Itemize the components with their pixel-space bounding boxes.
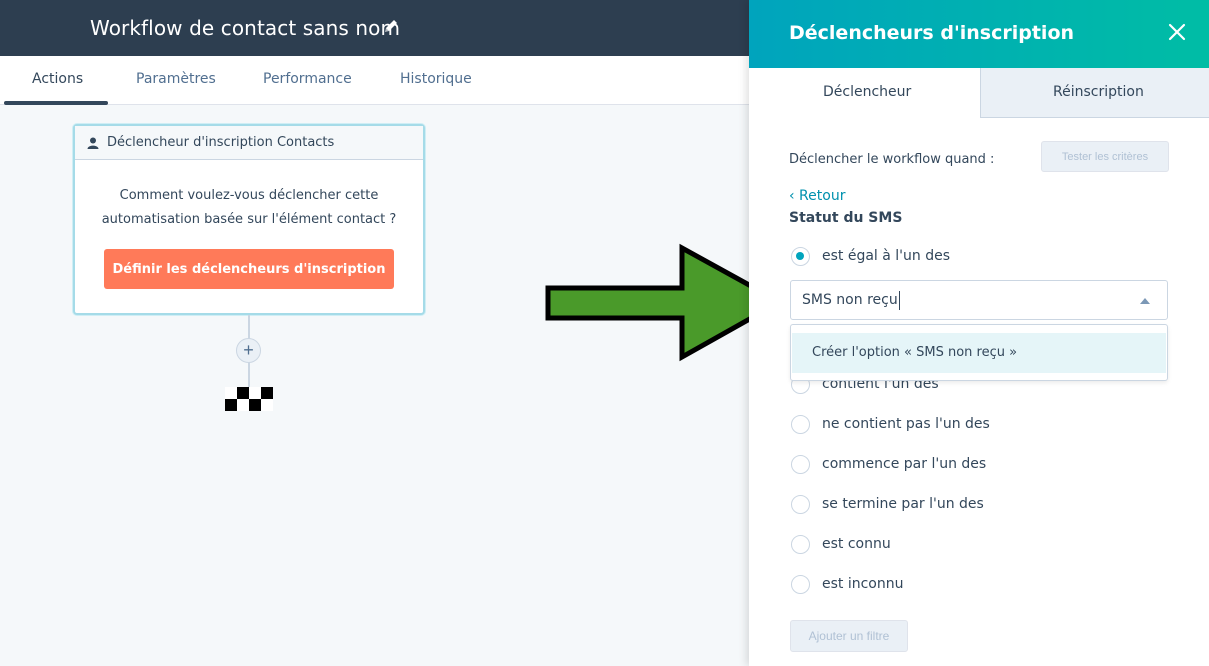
enrollment-triggers-panel: Déclencheurs d'inscription Déclencheur R… bbox=[749, 0, 1209, 666]
select-input-text[interactable]: SMS non reçu bbox=[802, 292, 898, 308]
enrollment-trigger-card[interactable]: Déclencheur d'inscription Contacts Comme… bbox=[73, 124, 425, 315]
panel-title: Déclencheurs d'inscription bbox=[789, 22, 1075, 44]
pencil-icon[interactable] bbox=[383, 18, 399, 34]
end-flag-icon bbox=[225, 387, 273, 411]
trigger-card-question: Comment voulez-vous déclencher cette aut… bbox=[75, 160, 423, 232]
question-line-2: automatisation basée sur l'élément conta… bbox=[101, 212, 397, 227]
caret-up-icon[interactable] bbox=[1140, 298, 1150, 304]
contact-person-icon bbox=[87, 137, 99, 149]
trigger-card-header: Déclencheur d'inscription Contacts bbox=[75, 126, 423, 160]
workflow-title[interactable]: Workflow de contact sans nom bbox=[90, 16, 400, 40]
radio-label-is-equal[interactable]: est égal à l'un des bbox=[822, 248, 950, 264]
radio-is-known[interactable] bbox=[791, 535, 810, 554]
tab-declencheur-label: Déclencheur bbox=[823, 84, 912, 100]
radio-label-starts-with[interactable]: commence par l'un des bbox=[822, 456, 986, 472]
back-link[interactable]: ‹ Retour bbox=[789, 188, 845, 204]
set-enrollment-triggers-button[interactable]: Définir les déclencheurs d'inscription bbox=[104, 249, 394, 289]
trigger-when-label: Déclencher le workflow quand : bbox=[789, 152, 995, 167]
create-option-item[interactable]: Créer l'option « SMS non reçu » bbox=[792, 333, 1166, 373]
tab-actions[interactable]: Actions bbox=[32, 71, 83, 87]
radio-starts-with[interactable] bbox=[791, 455, 810, 474]
workflow-header: Workflow de contact sans nom bbox=[0, 0, 760, 56]
tab-declencheur[interactable]: Déclencheur bbox=[749, 68, 980, 118]
workflow-tabs: Actions Paramètres Performance Historiqu… bbox=[0, 56, 760, 105]
radio-label-is-unknown[interactable]: est inconnu bbox=[822, 576, 904, 592]
tab-parametres[interactable]: Paramètres bbox=[136, 71, 216, 87]
tab-performance[interactable]: Performance bbox=[263, 71, 352, 87]
text-cursor bbox=[899, 291, 900, 310]
close-icon[interactable] bbox=[1167, 22, 1187, 42]
trigger-card-title: Déclencheur d'inscription Contacts bbox=[107, 135, 335, 150]
question-line-1: Comment voulez-vous déclencher cette bbox=[119, 188, 379, 203]
radio-ends-with[interactable] bbox=[791, 495, 810, 514]
tab-reinscription-label: Réinscription bbox=[1053, 84, 1144, 100]
sms-status-select[interactable]: SMS non reçu bbox=[790, 280, 1168, 320]
radio-not-contains[interactable] bbox=[791, 415, 810, 434]
test-criteria-button[interactable]: Tester les critères bbox=[1041, 141, 1169, 172]
add-filter-button[interactable]: Ajouter un filtre bbox=[790, 620, 908, 652]
tab-reinscription[interactable]: Réinscription bbox=[980, 68, 1209, 118]
radio-is-equal[interactable] bbox=[791, 247, 810, 266]
add-action-button[interactable]: + bbox=[236, 338, 261, 363]
radio-label-not-contains[interactable]: ne contient pas l'un des bbox=[822, 416, 990, 432]
panel-header: Déclencheurs d'inscription bbox=[749, 0, 1209, 68]
property-title: Statut du SMS bbox=[789, 210, 903, 226]
radio-is-unknown[interactable] bbox=[791, 575, 810, 594]
select-dropdown-menu: Créer l'option « SMS non reçu » bbox=[790, 324, 1168, 381]
radio-label-ends-with[interactable]: se termine par l'un des bbox=[822, 496, 984, 512]
tab-historique[interactable]: Historique bbox=[400, 71, 472, 87]
radio-label-is-known[interactable]: est connu bbox=[822, 536, 891, 552]
